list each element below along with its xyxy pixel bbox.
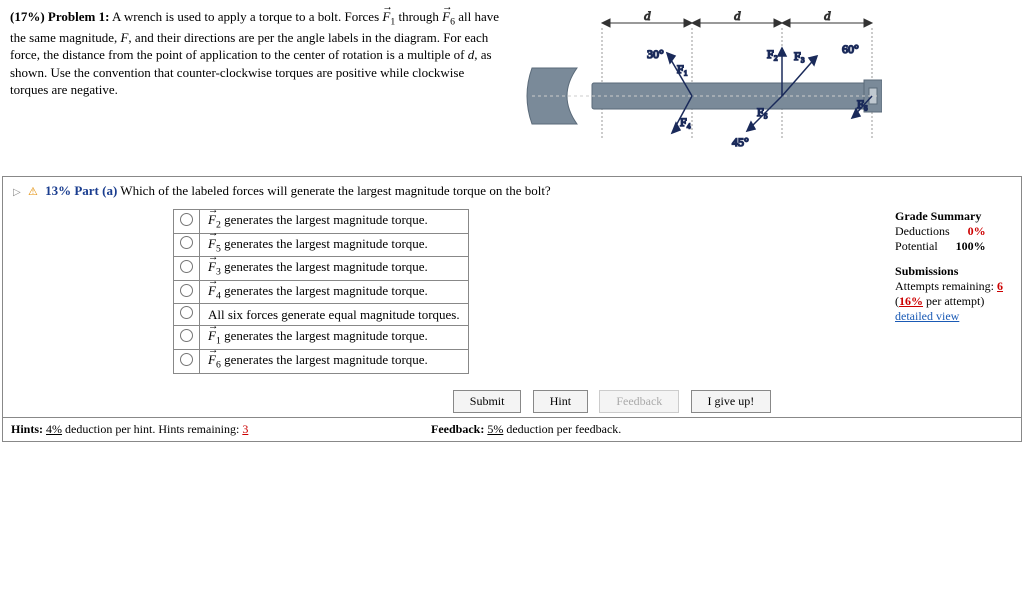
option-text[interactable]: F6 generates the largest magnitude torqu… (200, 349, 469, 373)
part-question: Which of the labeled forces will generat… (120, 183, 550, 198)
problem-title: Problem 1: (48, 9, 110, 24)
svg-text:d: d (734, 8, 741, 23)
svg-text:F₅: F₅ (757, 105, 768, 119)
deductions-value: 0% (956, 224, 992, 239)
option-radio[interactable] (174, 349, 200, 373)
feedback-pct: 5% (487, 422, 503, 436)
option-radio[interactable] (174, 304, 200, 326)
hints-label: Hints: (11, 422, 43, 436)
problem-header: (17%) Problem 1: A wrench is used to app… (0, 0, 1024, 170)
option-text[interactable]: F3 generates the largest magnitude torqu… (200, 257, 469, 281)
svg-text:F₁: F₁ (677, 62, 688, 76)
grade-summary: Grade Summary Deductions0% Potential100%… (895, 209, 1011, 374)
action-buttons: Submit Hint Feedback I give up! (203, 390, 1021, 413)
giveup-button[interactable]: I give up! (691, 390, 772, 413)
option-text[interactable]: F2 generates the largest magnitude torqu… (200, 210, 469, 234)
warning-icon: ⚠ (28, 186, 38, 198)
potential-value: 100% (956, 239, 992, 254)
feedback-button: Feedback (599, 390, 679, 413)
svg-text:45°: 45° (732, 135, 749, 149)
hints-remaining: 3 (242, 422, 248, 436)
summary-title: Grade Summary (895, 209, 1003, 224)
submissions-title: Submissions (895, 264, 1003, 279)
option-radio[interactable] (174, 326, 200, 350)
option-radio[interactable] (174, 233, 200, 257)
hints-text: deduction per hint. Hints remaining: (62, 422, 242, 436)
option-radio[interactable] (174, 280, 200, 304)
option-text[interactable]: F1 generates the largest magnitude torqu… (200, 326, 469, 350)
detailed-view-link[interactable]: detailed view (895, 309, 1003, 324)
svg-text:60°: 60° (842, 42, 859, 56)
problem-percent: (17%) (10, 9, 45, 24)
feedback-text: deduction per feedback. (503, 422, 621, 436)
potential-label: Potential (895, 239, 956, 254)
footer-hints: Hints: 4% deduction per hint. Hints rema… (3, 417, 1021, 441)
option-text[interactable]: All six forces generate equal magnitude … (200, 304, 469, 326)
part-a-section: ▷ ⚠ 13% Part (a) Which of the labeled fo… (2, 176, 1022, 442)
problem-text-2: through (395, 9, 442, 24)
submit-button[interactable]: Submit (453, 390, 522, 413)
svg-text:F₂: F₂ (767, 47, 778, 61)
problem-statement: (17%) Problem 1: A wrench is used to app… (10, 8, 502, 162)
svg-text:d: d (824, 8, 831, 23)
option-radio[interactable] (174, 257, 200, 281)
wrench-diagram: d d d (502, 8, 1014, 162)
hints-pct: 4% (46, 422, 62, 436)
svg-text:F₆: F₆ (857, 97, 868, 111)
expand-icon[interactable]: ▷ (13, 187, 21, 198)
option-text[interactable]: F4 generates the largest magnitude torqu… (200, 280, 469, 304)
option-radio[interactable] (174, 210, 200, 234)
svg-text:F₃: F₃ (794, 49, 805, 63)
part-header: ▷ ⚠ 13% Part (a) Which of the labeled fo… (3, 177, 1021, 205)
deductions-label: Deductions (895, 224, 956, 239)
per-attempt-text: per attempt) (926, 294, 984, 308)
svg-text:30°: 30° (647, 47, 664, 61)
option-text[interactable]: F5 generates the largest magnitude torqu… (200, 233, 469, 257)
svg-text:F₄: F₄ (680, 115, 691, 129)
hint-button[interactable]: Hint (533, 390, 588, 413)
part-percent: 13% (45, 183, 71, 198)
feedback-label: Feedback: (431, 422, 484, 436)
attempts-label: Attempts remaining: (895, 279, 994, 293)
svg-text:d: d (644, 8, 651, 23)
attempts-value: 6 (997, 279, 1003, 293)
answer-options: F2 generates the largest magnitude torqu… (173, 209, 469, 374)
part-label: Part (a) (74, 183, 117, 198)
problem-text-1: A wrench is used to apply a torque to a … (112, 9, 382, 24)
